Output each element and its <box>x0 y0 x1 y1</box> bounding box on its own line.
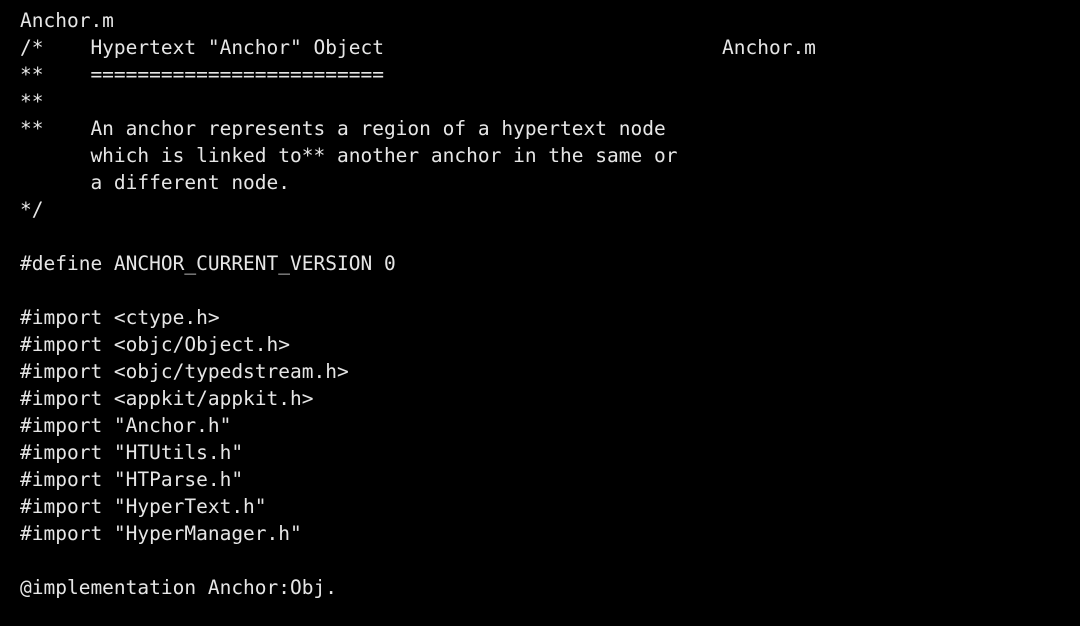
code-line-text: #import <objc/Object.h> <box>20 333 291 356</box>
code-line: #import <objc/Object.h> <box>0 331 1080 358</box>
code-line: #import "Anchor.h" <box>0 412 1080 439</box>
code-line-text: #import <ctype.h> <box>20 306 220 329</box>
code-line: #import "HTUtils.h" <box>0 439 1080 466</box>
code-line-text: #import <appkit/appkit.h> <box>20 387 314 410</box>
code-line: #import "HTParse.h" <box>0 466 1080 493</box>
code-line-text: which is linked to** another anchor in t… <box>20 144 678 167</box>
code-line-text: /* Hypertext "Anchor" Object <box>20 36 384 59</box>
code-line: which is linked to** another anchor in t… <box>0 142 1080 169</box>
code-line-text: Anchor.m <box>20 9 114 32</box>
code-viewer: Anchor.m /* Hypertext "Anchor" Object Anch… <box>0 0 1080 626</box>
header-right-filename: Anchor.m <box>722 36 816 59</box>
code-line: /* Hypertext "Anchor" Object Anchor.m <box>0 34 1080 61</box>
code-line: #import "HyperText.h" <box>0 493 1080 520</box>
file-title-line: Anchor.m <box>0 7 1080 34</box>
code-line: #import <ctype.h> <box>0 304 1080 331</box>
code-line-text: #import <objc/typedstream.h> <box>20 360 349 383</box>
code-line-text: ** ========================= <box>20 63 384 86</box>
code-line: */ <box>0 196 1080 223</box>
code-line-text: */ <box>20 198 44 221</box>
code-line-text: ** <box>20 90 44 113</box>
code-line: #import <objc/typedstream.h> <box>0 358 1080 385</box>
code-line-text: @implementation Anchor:Obj. <box>20 576 337 599</box>
code-line-text: #import "HyperManager.h" <box>20 522 302 545</box>
code-line-text: #import "HyperText.h" <box>20 495 267 518</box>
code-listing: Anchor.m /* Hypertext "Anchor" Object Anch… <box>0 7 1080 601</box>
code-line-text: #import "Anchor.h" <box>20 414 232 437</box>
code-line-text: ** An anchor represents a region of a hy… <box>20 117 666 140</box>
code-line: #define ANCHOR_CURRENT_VERSION 0 <box>0 250 1080 277</box>
code-line: a different node. <box>0 169 1080 196</box>
code-line: @implementation Anchor:Obj. <box>0 574 1080 601</box>
code-line-text: #import "HTUtils.h" <box>20 441 244 464</box>
code-line: ** An anchor represents a region of a hy… <box>0 115 1080 142</box>
code-line: ** ========================= <box>0 61 1080 88</box>
code-line: ** <box>0 88 1080 115</box>
code-line-text: #import "HTParse.h" <box>20 468 244 491</box>
code-line-text: a different node. <box>20 171 291 194</box>
code-line: #import <appkit/appkit.h> <box>0 385 1080 412</box>
code-line: #import "HyperManager.h" <box>0 520 1080 547</box>
code-line-text: #define ANCHOR_CURRENT_VERSION 0 <box>20 252 396 275</box>
